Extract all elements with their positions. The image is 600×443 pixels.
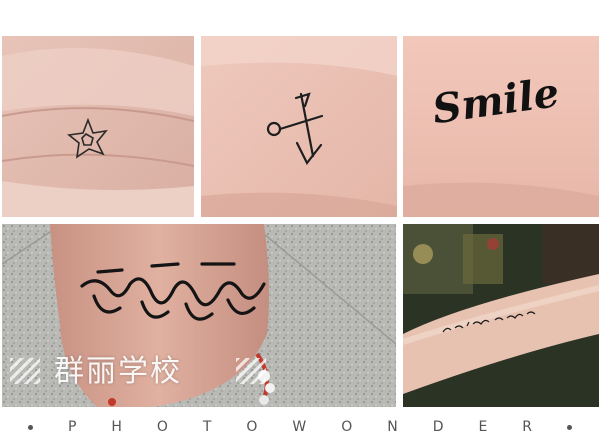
photo-star-tattoo <box>2 36 194 217</box>
footer-letter: P <box>67 419 77 435</box>
watermark-hatch-right <box>236 358 266 384</box>
footer-letter: D <box>432 419 444 435</box>
photo-anchor-tattoo <box>201 36 397 217</box>
footer-photowonder: P H O T O W O N D E R <box>0 414 600 440</box>
watermark-text: 群丽学校 <box>54 354 182 389</box>
footer-letter: H <box>111 419 122 435</box>
footer-dot-left <box>28 424 33 430</box>
photo-forearm-text-tattoo <box>403 224 599 407</box>
footer-letter: T <box>202 419 212 435</box>
watermark-hatch-left <box>10 358 40 384</box>
footer-dot-right <box>566 424 572 430</box>
footer-letter: O <box>341 419 353 435</box>
footer-letter: W <box>292 419 307 435</box>
photo-smile-tattoo: Smile <box>403 36 599 217</box>
footer-letter: E <box>478 419 488 435</box>
footer-letter: O <box>246 419 258 435</box>
watermark: 群丽学校 <box>10 352 272 392</box>
footer-letter: O <box>156 419 168 435</box>
footer-letter: R <box>522 419 532 435</box>
footer-letter: N <box>387 419 398 435</box>
